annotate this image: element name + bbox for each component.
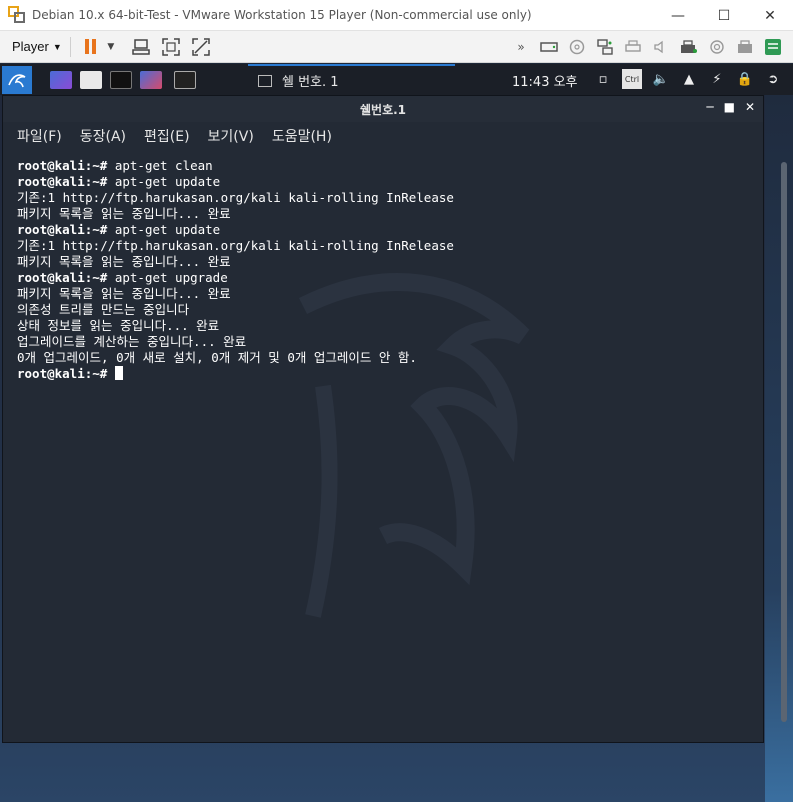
terminal-text: apt-get upgrade [107, 270, 228, 285]
minimize-icon[interactable]: — [655, 0, 701, 31]
chevron-down-icon[interactable]: ▼ [101, 37, 121, 57]
terminal-line: 0개 업그레이드, 0개 새로 설치, 0개 제거 및 0개 업그레이드 안 함… [3, 350, 748, 366]
terminal-line: 업그레이드를 계산하는 중입니다... 완료 [3, 334, 748, 350]
message-log-icon[interactable] [763, 37, 783, 57]
hard-disk-icon[interactable] [539, 37, 559, 57]
lock-icon[interactable]: 🔒 [736, 69, 754, 89]
terminal-line: root@kali:~# apt-get update [3, 174, 748, 190]
terminal-line: 패키지 목록을 읽는 중입니다... 완료 [3, 254, 748, 270]
network-adapter-icon[interactable] [595, 37, 615, 57]
terminal-text: 0개 업그레이드, 0개 새로 설치, 0개 제거 및 0개 업그레이드 안 함… [17, 350, 417, 365]
terminal-window-controls: ─ ■ ✕ [706, 100, 755, 114]
desktop-wallpaper-edge [765, 95, 793, 802]
terminal-menubar: 파일(F) 동장(A) 편집(E) 보기(V) 도움말(H) [3, 122, 763, 150]
kali-top-panel: 쉘 번호. 1 11:43 오후 ▫ Ctrl 🔈 ▲ ⚡ 🔒 ➲ [0, 64, 793, 95]
player-menu-button[interactable]: Player ▼ [12, 39, 62, 54]
screen-recorder-icon[interactable] [140, 70, 162, 89]
maximize-icon[interactable]: ☐ [701, 0, 747, 31]
terminal-output[interactable]: root@kali:~# apt-get clean root@kali:~# … [3, 154, 748, 742]
terminal-window: 쉘번호.1 ─ ■ ✕ 파일(F) 동장(A) 편집(E) 보기(V) 도움말(… [2, 95, 764, 743]
vmware-app-icon [8, 6, 26, 24]
menu-help[interactable]: 도움말(H) [272, 126, 332, 146]
taskbar-terminal-label: 쉘 번호. 1 [282, 75, 339, 90]
shell-prompt: root@kali:~# [17, 366, 108, 381]
menu-view[interactable]: 보기(V) [208, 126, 254, 146]
terminal-text: apt-get clean [107, 158, 213, 173]
terminal-line: 기존:1 http://ftp.harukasan.org/kali kali-… [3, 190, 748, 206]
text-cursor [114, 366, 123, 380]
minimize-icon[interactable]: ─ [706, 100, 713, 114]
fullscreen-icon[interactable] [161, 37, 181, 57]
logout-icon[interactable]: ➲ [764, 69, 782, 89]
terminal-text: 의존성 트리를 만드는 중입니다 [17, 302, 190, 317]
terminal-line: root@kali:~# apt-get upgrade [3, 270, 748, 286]
window-title: Debian 10.x 64-bit-Test - VMware Worksta… [32, 8, 532, 22]
menu-actions[interactable]: 동장(A) [80, 126, 126, 146]
unity-mode-icon[interactable] [191, 37, 211, 57]
shell-prompt: root@kali:~# [17, 158, 108, 173]
toolbar-divider [69, 36, 71, 57]
display-icon[interactable]: ▫ [594, 69, 612, 89]
maximize-icon[interactable]: ■ [724, 100, 735, 114]
terminal-titlebar: 쉘번호.1 ─ ■ ✕ [3, 96, 763, 122]
terminal-text: 기존:1 http://ftp.harukasan.org/kali kali-… [17, 190, 454, 205]
terminal-scrollbar[interactable] [781, 162, 787, 722]
terminal-text: 패키지 목록을 읽는 중입니다... 완료 [17, 206, 231, 221]
window-controls: — ☐ ✕ [655, 0, 793, 31]
terminal-line: root@kali:~# apt-get update [3, 222, 748, 238]
keyboard-icon[interactable]: Ctrl [622, 69, 642, 89]
workspace-launcher-icon[interactable] [50, 70, 72, 89]
taskbar-terminal-button[interactable]: 쉘 번호. 1 [248, 64, 455, 95]
active-terminal-icon[interactable] [174, 70, 196, 89]
terminal-line: root@kali:~# [3, 366, 748, 382]
terminal-line: 상태 정보를 읽는 중입니다... 완료 [3, 318, 748, 334]
terminal-text: 기존:1 http://ftp.harukasan.org/kali kali-… [17, 238, 454, 253]
notifications-icon[interactable]: ▲ [680, 69, 698, 89]
menu-edit[interactable]: 편집(E) [144, 126, 190, 146]
close-icon[interactable]: ✕ [745, 100, 755, 114]
cd-dvd-icon[interactable] [567, 37, 587, 57]
terminal-icon [258, 74, 272, 87]
usb-device-icon[interactable] [679, 37, 699, 57]
terminal-line: 패키지 목록을 읽는 중입니다... 완료 [3, 206, 748, 222]
terminal-title: 쉘번호.1 [359, 102, 407, 117]
terminal-line: 패키지 목록을 읽는 중입니다... 완료 [3, 286, 748, 302]
sound-card-icon[interactable] [651, 37, 671, 57]
file-manager-icon[interactable] [80, 70, 102, 89]
printer-icon[interactable] [623, 37, 643, 57]
system-tray: ▫ Ctrl 🔈 ▲ ⚡ 🔒 ➲ [589, 69, 787, 89]
kali-menu-icon[interactable] [2, 65, 32, 94]
power-manager-icon[interactable]: ⚡ [708, 69, 726, 89]
vmware-titlebar: Debian 10.x 64-bit-Test - VMware Worksta… [0, 0, 793, 31]
terminal-text: 업그레이드를 계산하는 중입니다... 완료 [17, 334, 247, 349]
shell-prompt: root@kali:~# [17, 270, 108, 285]
pause-icon[interactable] [84, 39, 96, 54]
chevron-right-double-icon[interactable]: » [511, 37, 531, 57]
terminal-line: 기존:1 http://ftp.harukasan.org/kali kali-… [3, 238, 748, 254]
panel-clock[interactable]: 11:43 오후 [512, 71, 578, 90]
menu-file[interactable]: 파일(F) [17, 126, 62, 146]
shell-prompt: root@kali:~# [17, 174, 108, 189]
send-ctrl-alt-del-icon[interactable] [131, 37, 151, 57]
device-icons: » [507, 37, 787, 57]
terminal-text: 패키지 목록을 읽는 중입니다... 완료 [17, 286, 231, 301]
terminal-text: apt-get update [107, 174, 221, 189]
chevron-down-icon: ▼ [52, 41, 62, 52]
close-icon[interactable]: ✕ [747, 0, 793, 31]
terminal-text: 상태 정보를 읽는 중입니다... 완료 [17, 318, 220, 333]
floppy-icon[interactable] [735, 37, 755, 57]
player-menu-label: Player [12, 39, 49, 54]
terminal-line: root@kali:~# apt-get clean [3, 158, 748, 174]
vmware-toolbar: Player ▼ ▼ » [0, 31, 793, 63]
terminal-line: 의존성 트리를 만드는 중입니다 [3, 302, 748, 318]
terminal-launcher-icon[interactable] [110, 70, 132, 89]
volume-icon[interactable]: 🔈 [652, 69, 670, 89]
terminal-text: 패키지 목록을 읽는 중입니다... 완료 [17, 254, 231, 269]
terminal-text: apt-get update [107, 222, 221, 237]
shell-prompt: root@kali:~# [17, 222, 108, 237]
camera-icon[interactable] [707, 37, 727, 57]
